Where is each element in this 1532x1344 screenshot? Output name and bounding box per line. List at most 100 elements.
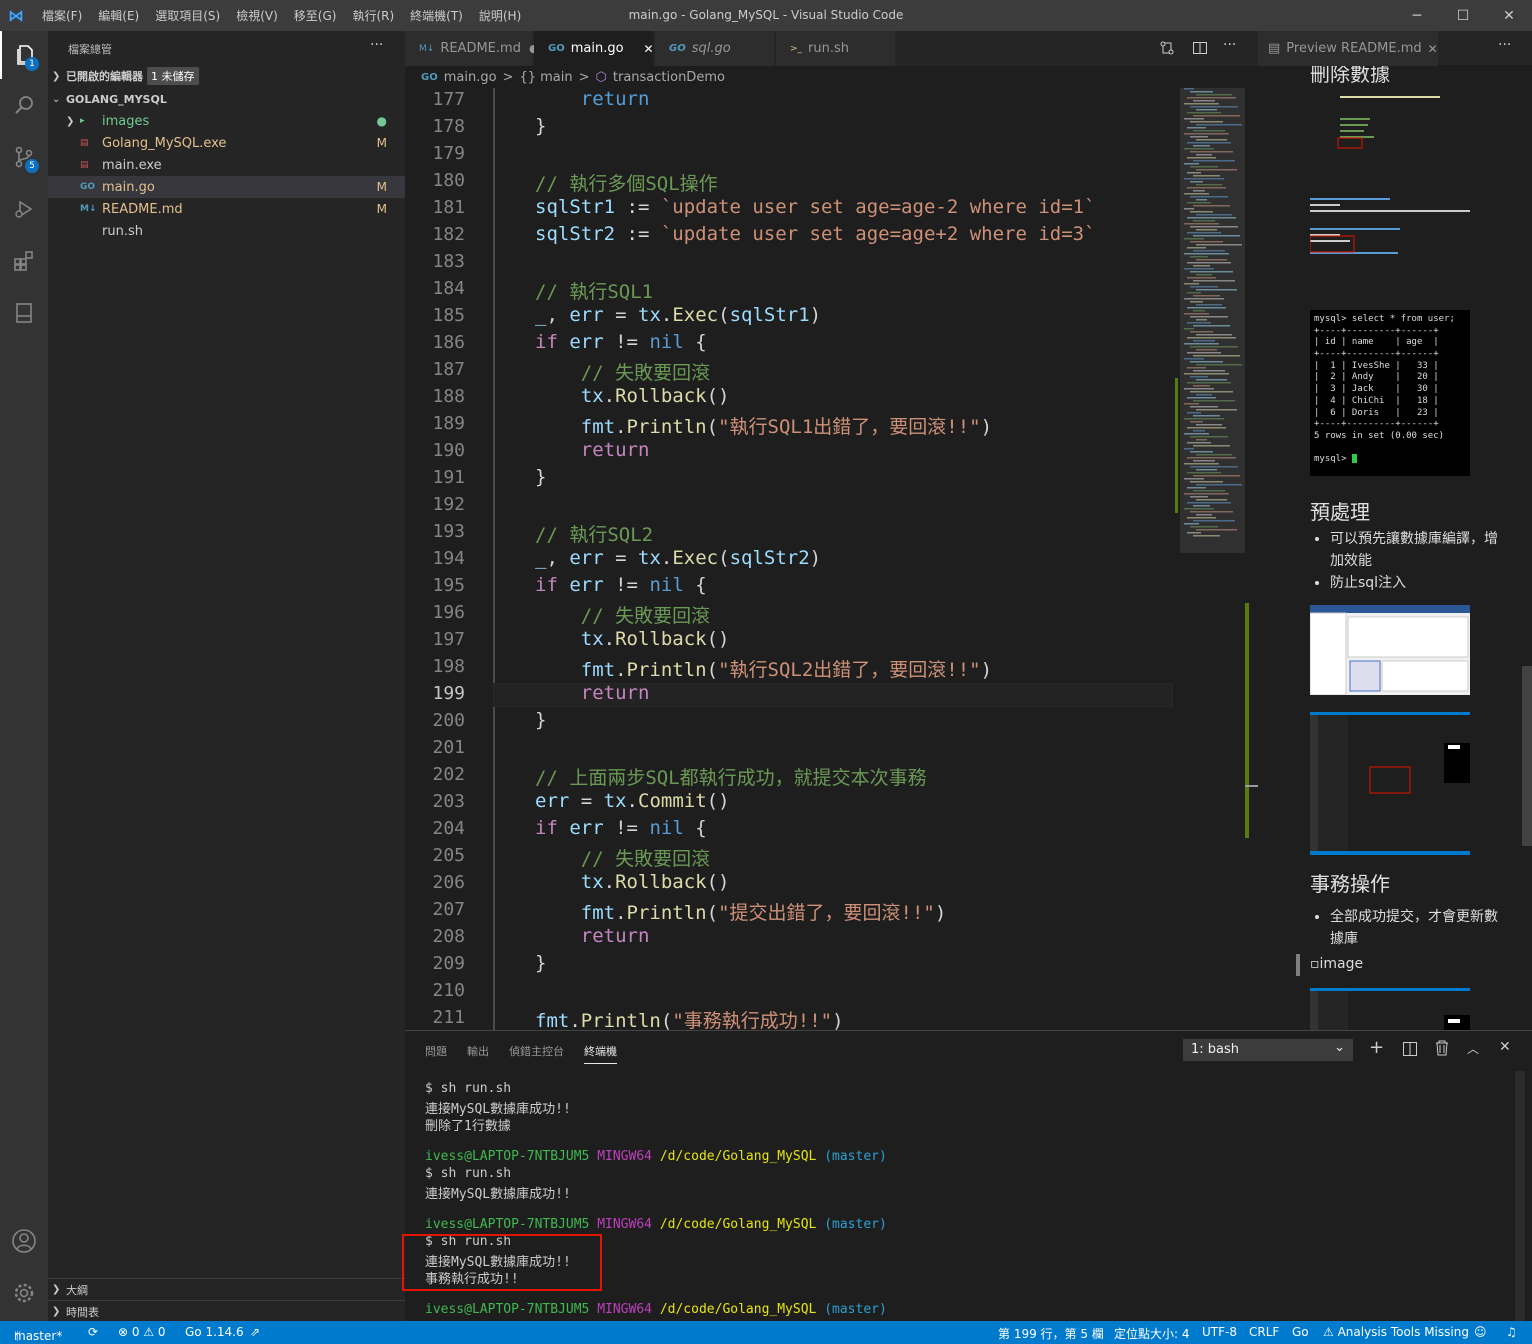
code-line[interactable]: // 執行SQL2 (535, 520, 653, 547)
menu-file[interactable]: 檔案(F) (34, 7, 90, 24)
close-panel-icon[interactable]: ✕ (1499, 1039, 1511, 1055)
code-editor[interactable]: 177 return 178} 179 180 // 執行多個SQL操作 181 sqlSt… (405, 88, 1258, 1030)
encoding[interactable]: UTF-8 (1202, 1325, 1237, 1339)
tab-readme[interactable]: M↓ README.md ● (405, 31, 539, 66)
timeline-section[interactable]: ❯ 時間表 (48, 1300, 405, 1322)
file-item[interactable]: ▤ main.exe (48, 154, 405, 176)
minimap-viewport[interactable] (1180, 88, 1245, 553)
problems-count[interactable]: ⊗ 0 ⚠ 0 (118, 1325, 166, 1339)
settings-gear-icon[interactable] (0, 1269, 48, 1317)
folder-section[interactable]: ⌄ GOLANG_MYSQL (48, 88, 405, 110)
analysis-tools-warning[interactable]: ⚠ Analysis Tools Missing (1323, 1325, 1469, 1339)
code-line[interactable]: // 上面兩步SQL都執行成功，就提交本次事務 (535, 763, 927, 790)
sync-icon[interactable]: ⟳ (88, 1325, 98, 1339)
more-actions-icon[interactable]: ··· (1223, 37, 1236, 53)
code-line[interactable]: sqlStr1 := `update user set age=age-2 wh… (535, 196, 1096, 218)
breadcrumb-package[interactable]: {} main (519, 70, 572, 85)
remote-explorer-icon[interactable] (0, 289, 48, 337)
tab-main-go[interactable]: GO main.go ✕ (534, 31, 654, 66)
code-line[interactable]: fmt.Println("執行SQL1出錯了，要回滾!!") (535, 412, 992, 439)
code-line[interactable]: sqlStr2 := `update user set age=age+2 wh… (535, 223, 1096, 245)
language-mode[interactable]: Go (1292, 1325, 1309, 1339)
go-version[interactable]: Go 1.14.6 (185, 1325, 244, 1339)
sidebar-more-icon[interactable]: ··· (370, 37, 383, 53)
open-editors-section[interactable]: ❯ 已開啟的編輯器 1 未儲存 (48, 65, 405, 87)
feedback-icon[interactable]: ☺ (1474, 1325, 1487, 1339)
code-line[interactable]: _, err = tx.Exec(sqlStr1) (535, 304, 821, 326)
extensions-icon[interactable] (0, 237, 48, 285)
new-terminal-icon[interactable]: + (1369, 1037, 1384, 1058)
tab-run-sh[interactable]: >_ run.sh (776, 31, 896, 66)
code-line[interactable]: err = tx.Commit() (535, 790, 730, 812)
accounts-icon[interactable] (0, 1217, 48, 1265)
editor-scrollbar[interactable] (1245, 88, 1258, 1030)
code-line[interactable]: return (535, 925, 650, 947)
terminal-scrollbar[interactable] (1515, 1071, 1525, 1321)
menu-edit[interactable]: 編輯(E) (90, 7, 147, 24)
line-ending[interactable]: CRLF (1249, 1325, 1279, 1339)
notifications-bell-icon[interactable]: ♫ (1506, 1325, 1517, 1339)
explorer-icon[interactable]: 1 (0, 31, 48, 79)
tab-terminal[interactable]: 終端機 (584, 1043, 617, 1064)
code-line[interactable]: // 失敗要回滾 (535, 601, 710, 628)
code-line[interactable]: } (535, 709, 546, 731)
tab-sql-go[interactable]: GO sql.go (655, 31, 775, 66)
code-line[interactable]: fmt.Println("提交出錯了，要回滾!!") (535, 898, 947, 925)
close-icon[interactable]: ✕ (1428, 42, 1438, 56)
code-line[interactable]: return (535, 88, 650, 110)
tab-debug-console[interactable]: 偵錯主控台 (509, 1043, 564, 1059)
code-line[interactable]: } (535, 952, 546, 974)
terminal-select[interactable]: 1: bash ⌄ (1183, 1039, 1353, 1061)
menu-view[interactable]: 檢視(V) (228, 7, 286, 24)
close-window-button[interactable]: ✕ (1486, 0, 1532, 31)
code-line[interactable]: } (535, 115, 546, 137)
close-icon[interactable]: ✕ (644, 42, 654, 56)
breadcrumb-function[interactable]: transactionDemo (613, 70, 725, 85)
file-item[interactable]: ▤ Golang_MySQL.exe M (48, 132, 405, 154)
code-line[interactable]: return (535, 682, 650, 704)
minimap[interactable] (1175, 88, 1245, 1030)
maximize-button[interactable]: ☐ (1440, 0, 1486, 31)
code-line[interactable]: if err != nil { (535, 817, 707, 839)
menu-run[interactable]: 執行(R) (344, 7, 402, 24)
menu-help[interactable]: 說明(H) (471, 7, 529, 24)
code-line[interactable]: return (535, 439, 650, 461)
breadcrumb-file[interactable]: main.go (444, 70, 497, 85)
code-line[interactable]: _, err = tx.Exec(sqlStr2) (535, 547, 821, 569)
more-actions-icon[interactable]: ··· (1498, 37, 1511, 53)
code-line[interactable]: // 執行多個SQL操作 (535, 169, 718, 196)
tab-output[interactable]: 輸出 (467, 1043, 489, 1059)
menu-selection[interactable]: 選取項目(S) (147, 7, 228, 24)
split-terminal-icon[interactable] (1403, 1041, 1417, 1060)
minimize-button[interactable]: ─ (1394, 0, 1440, 31)
code-line[interactable]: tx.Rollback() (535, 628, 730, 650)
file-item[interactable]: run.sh (48, 220, 405, 242)
outline-section[interactable]: ❯ 大綱 (48, 1278, 405, 1300)
menu-go[interactable]: 移至(G) (286, 7, 345, 24)
live-share-icon[interactable]: ⇗ (250, 1325, 260, 1339)
open-changes-icon[interactable] (1159, 40, 1175, 60)
tab-size[interactable]: 定位點大小: 4 (1114, 1325, 1190, 1342)
tab-problems[interactable]: 問題 (425, 1043, 447, 1059)
file-item[interactable]: ❯ ▸ images ● (48, 110, 405, 132)
file-item[interactable]: GO main.go M (48, 176, 405, 198)
source-control-icon[interactable]: 5 (0, 133, 48, 181)
code-line[interactable]: fmt.Println("事務執行成功!!") (535, 1006, 844, 1030)
split-editor-icon[interactable] (1192, 40, 1208, 60)
trash-icon[interactable] (1435, 1040, 1449, 1060)
tab-preview-readme[interactable]: ▤ Preview README.md ✕ (1258, 31, 1438, 66)
code-line[interactable]: // 執行SQL1 (535, 277, 653, 304)
preview-scrollbar-thumb[interactable] (1522, 666, 1532, 846)
code-line[interactable]: } (535, 466, 546, 488)
code-line[interactable]: tx.Rollback() (535, 385, 730, 407)
file-item[interactable]: M↓ README.md M (48, 198, 405, 220)
menu-terminal[interactable]: 終端機(T) (402, 7, 471, 24)
code-line[interactable]: if err != nil { (535, 331, 707, 353)
code-line[interactable]: fmt.Println("執行SQL2出錯了，要回滾!!") (535, 655, 992, 682)
run-debug-icon[interactable] (0, 185, 48, 233)
code-line[interactable]: // 失敗要回滾 (535, 844, 710, 871)
search-icon[interactable] (0, 81, 48, 129)
maximize-panel-icon[interactable]: ︿ (1467, 1040, 1479, 1057)
code-line[interactable]: tx.Rollback() (535, 871, 730, 893)
code-line[interactable]: if err != nil { (535, 574, 707, 596)
